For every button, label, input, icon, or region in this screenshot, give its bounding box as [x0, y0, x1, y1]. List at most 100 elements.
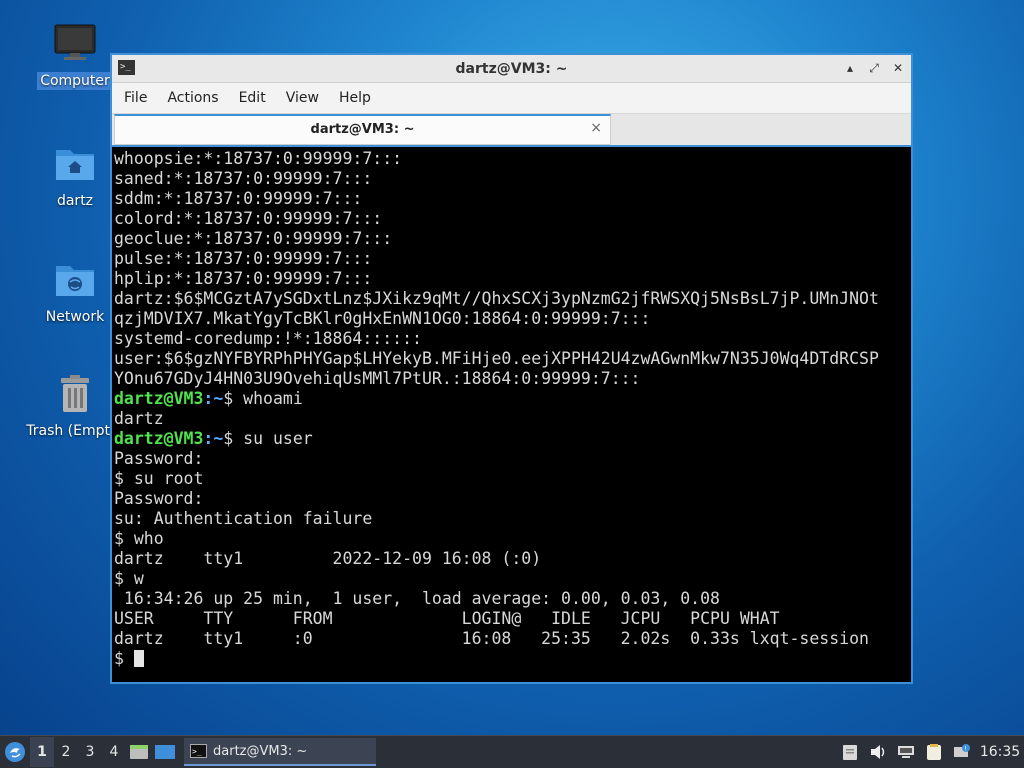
menu-actions[interactable]: Actions: [165, 88, 220, 108]
desktop-switch-1[interactable]: 1: [30, 737, 54, 767]
network-icon: [898, 746, 914, 758]
show-desktop-button[interactable]: [152, 737, 178, 767]
terminal-line-text: 16:34:26 up 25 min, 1 user, load average…: [114, 589, 720, 608]
tray-notes[interactable]: [920, 737, 948, 767]
terminal-line: su: Authentication failure: [114, 509, 911, 529]
terminal-icon: >_: [190, 744, 207, 758]
desktop-switch-2[interactable]: 2: [54, 737, 78, 767]
tray-updates[interactable]: !: [948, 737, 976, 767]
menu-edit[interactable]: Edit: [237, 88, 268, 108]
network-folder-icon: [53, 258, 97, 302]
desktop-switch-4[interactable]: 4: [102, 737, 126, 767]
prompt-path: :~: [203, 429, 224, 448]
terminal-line-text: $ who: [114, 529, 164, 548]
terminal-line-text: colord:*:18737:0:99999:7:::: [114, 209, 383, 228]
terminal-line-text: dartz:$6$MCGztA7ySGDxtLnz$JXikz9qMt//Qhx…: [114, 289, 879, 308]
monitor-icon: [53, 22, 97, 66]
terminal-line: qzjMDVIX7.MkatYgyTcBKlr0gHxEnWN1OG0:1886…: [114, 309, 911, 329]
terminal-output[interactable]: whoopsie:*:18737:0:99999:7::: saned:*:187…: [112, 145, 911, 682]
terminal-line-text: dartz tty1 :0 16:08 25:35 2.02s 0.33s lx…: [114, 629, 869, 648]
terminal-line-text: $ su user: [223, 429, 313, 448]
terminal-line-text: USER TTY FROM LOGIN@ IDLE JCPU PCPU WHAT: [114, 609, 780, 628]
menu-view[interactable]: View: [284, 88, 321, 108]
terminal-line-text: su: Authentication failure: [114, 509, 373, 528]
terminal-line-text: YOnu67GDyJ4HN03U9OvehiqUsMMl7PtUR.:18864…: [114, 369, 641, 388]
terminal-line: Password:: [114, 489, 911, 509]
terminal-line-text: Password:: [114, 489, 204, 508]
terminal-line: hplip:*:18737:0:99999:7:::: [114, 269, 911, 289]
terminal-line: dartz tty1 :0 16:08 25:35 2.02s 0.33s lx…: [114, 629, 911, 649]
terminal-line: colord:*:18737:0:99999:7:::: [114, 209, 911, 229]
terminal-line-text: geoclue:*:18737:0:99999:7:::: [114, 229, 393, 248]
terminal-icon: >_: [118, 60, 135, 75]
terminal-line: 16:34:26 up 25 min, 1 user, load average…: [114, 589, 911, 609]
terminal-line-text: systemd-coredump:!*:18864::::::: [114, 329, 422, 348]
terminal-line: YOnu67GDyJ4HN03U9OvehiqUsMMl7PtUR.:18864…: [114, 369, 911, 389]
trash-icon: [53, 372, 97, 416]
menubar: File Actions Edit View Help: [112, 83, 911, 113]
tab-terminal[interactable]: dartz@VM3: ~ ×: [114, 114, 611, 145]
terminal-line: USER TTY FROM LOGIN@ IDLE JCPU PCPU WHAT: [114, 609, 911, 629]
tab-close-icon[interactable]: ×: [590, 120, 602, 136]
terminal-line-text: sddm:*:18737:0:99999:7:::: [114, 189, 363, 208]
desktop-icon-label: Network: [45, 309, 105, 325]
tab-bar: dartz@VM3: ~ ×: [112, 113, 911, 146]
prompt-path: :~: [203, 389, 224, 408]
minimize-button[interactable]: ▴: [843, 59, 857, 77]
file-manager-icon: [130, 745, 148, 759]
prompt-user: dartz@VM3: [114, 429, 204, 448]
terminal-line: $: [114, 649, 911, 669]
terminal-line: dartz@VM3:~$ su user: [114, 429, 911, 449]
close-button[interactable]: ✕: [891, 59, 905, 77]
svg-text:!: !: [965, 746, 967, 753]
terminal-line: $ w: [114, 569, 911, 589]
terminal-line-text: $ w: [114, 569, 144, 588]
terminal-line-text: dartz tty1 2022-12-09 16:08 (:0): [114, 549, 542, 568]
app-menu-button[interactable]: [0, 737, 30, 767]
volume-icon: [871, 745, 885, 759]
clipboard-icon: [843, 745, 857, 760]
terminal-line-text: Password:: [114, 449, 204, 468]
terminal-line-text: $ su root: [114, 469, 204, 488]
tray-clipboard[interactable]: [836, 737, 864, 767]
terminal-line-text: dartz: [114, 409, 164, 428]
terminal-line: dartz: [114, 409, 911, 429]
window-title: dartz@VM3: ~: [455, 60, 568, 77]
tab-label: dartz@VM3: ~: [310, 122, 415, 137]
terminal-line-text: hplip:*:18737:0:99999:7:::: [114, 269, 373, 288]
menu-help[interactable]: Help: [337, 88, 373, 108]
menu-file[interactable]: File: [122, 88, 149, 108]
lxqt-logo-icon: [5, 742, 25, 762]
terminal-line: dartz:$6$MCGztA7ySGDxtLnz$JXikz9qMt//Qhx…: [114, 289, 911, 309]
update-notifier-icon: !: [954, 744, 970, 757]
taskbar-task-terminal[interactable]: >_ dartz@VM3: ~: [184, 738, 376, 766]
terminal-line: $ who: [114, 529, 911, 549]
terminal-line: saned:*:18737:0:99999:7:::: [114, 169, 911, 189]
taskbar: 1 2 3 4 >_ dartz@VM3: ~ ! 16:35: [0, 735, 1024, 768]
tray-network[interactable]: [892, 737, 920, 767]
home-folder-icon: [53, 142, 97, 186]
terminal-line: dartz@VM3:~$ whoami: [114, 389, 911, 409]
file-manager-launcher[interactable]: [126, 737, 152, 767]
desktop-icon-label: dartz: [56, 193, 94, 209]
desktop-icon-label: Computer: [37, 72, 113, 90]
prompt-user: dartz@VM3: [114, 389, 204, 408]
window-titlebar[interactable]: >_ dartz@VM3: ~ ▴ ⤢ ✕: [112, 55, 911, 83]
tray-volume[interactable]: [864, 737, 892, 767]
terminal-window: >_ dartz@VM3: ~ ▴ ⤢ ✕ File Actions Edit …: [110, 53, 913, 684]
terminal-line: whoopsie:*:18737:0:99999:7:::: [114, 149, 911, 169]
clock[interactable]: 16:35: [976, 744, 1024, 760]
terminal-line: dartz tty1 2022-12-09 16:08 (:0): [114, 549, 911, 569]
terminal-line: $ su root: [114, 469, 911, 489]
text-cursor: [133, 650, 144, 667]
notes-icon: [927, 744, 941, 760]
maximize-button[interactable]: ⤢: [867, 59, 881, 77]
terminal-line: pulse:*:18737:0:99999:7:::: [114, 249, 911, 269]
terminal-line-text: whoopsie:*:18737:0:99999:7:::: [114, 149, 403, 168]
terminal-line: sddm:*:18737:0:99999:7:::: [114, 189, 911, 209]
terminal-line: systemd-coredump:!*:18864::::::: [114, 329, 911, 349]
terminal-line: user:$6$gzNYFBYRPhPHYGap$LHYekyB.MFiHje0…: [114, 349, 911, 369]
desktop-switch-3[interactable]: 3: [78, 737, 102, 767]
terminal-line-text: $: [114, 649, 134, 668]
terminal-line-text: user:$6$gzNYFBYRPhPHYGap$LHYekyB.MFiHje0…: [114, 349, 879, 368]
